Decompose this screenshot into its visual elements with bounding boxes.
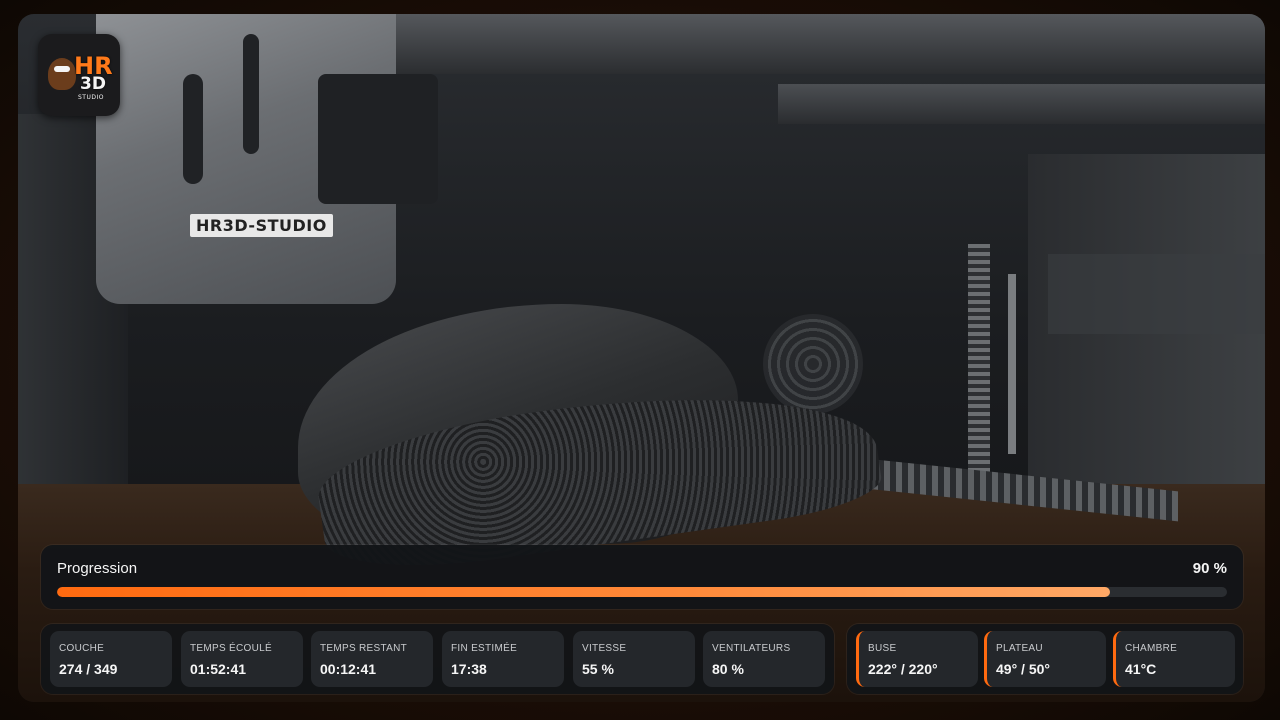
stat-label: VENTILATEURS — [712, 643, 791, 654]
gantry-rail — [778, 84, 1265, 124]
stat-remaining-time: TEMPS RESTANT 00:12:41 — [311, 631, 433, 687]
progress-panel: Progression 90 % — [41, 545, 1243, 609]
stat-nozzle-temp: BUSE 222° / 220° — [856, 631, 978, 687]
brand-logo: HR 3D STUDIO — [38, 34, 120, 116]
logo-text-3d: 3D — [80, 74, 106, 94]
stat-label: COUCHE — [59, 643, 105, 654]
stat-value: 00:12:41 — [320, 661, 377, 677]
stat-bed-temp: PLATEAU 49° / 50° — [984, 631, 1106, 687]
stat-value: 80 % — [712, 661, 744, 677]
print-head-slot — [183, 74, 203, 184]
logo-text-studio: STUDIO — [78, 94, 104, 101]
stream-frame: HR3D-STUDIO HR 3D STUDIO Progression 90 … — [0, 0, 1280, 720]
stat-elapsed-time: TEMPS ÉCOULÉ 01:52:41 — [181, 631, 303, 687]
guide-rod — [1008, 274, 1016, 454]
lead-screw — [968, 244, 990, 474]
stat-speed: VITESSE 55 % — [573, 631, 695, 687]
stat-label: FIN ESTIMÉE — [451, 643, 518, 654]
stat-estimated-end: FIN ESTIMÉE 17:38 — [442, 631, 564, 687]
print-head-fan — [318, 74, 438, 204]
mascot-icon — [48, 58, 76, 90]
stat-chamber-temp: CHAMBRE 41°C — [1113, 631, 1235, 687]
stat-layer: COUCHE 274 / 349 — [50, 631, 172, 687]
stat-value: 274 / 349 — [59, 661, 118, 677]
stat-label: VITESSE — [582, 643, 627, 654]
printer-ceiling — [318, 14, 1265, 74]
stat-label: BUSE — [868, 643, 897, 654]
print-stats-panel: COUCHE 274 / 349 TEMPS ÉCOULÉ 01:52:41 T… — [41, 624, 834, 694]
progress-percent: 90 % — [1192, 560, 1227, 577]
stat-value: 49° / 50° — [996, 661, 1051, 677]
stat-label: PLATEAU — [996, 643, 1043, 654]
stat-fans: VENTILATEURS 80 % — [703, 631, 825, 687]
progress-track — [57, 587, 1227, 597]
progress-fill — [57, 587, 1110, 597]
stat-value: 17:38 — [451, 661, 487, 677]
stat-label: TEMPS ÉCOULÉ — [190, 643, 272, 654]
stat-label: CHAMBRE — [1125, 643, 1178, 654]
right-panel — [1048, 254, 1265, 334]
temperature-panel: BUSE 222° / 220° PLATEAU 49° / 50° CHAMB… — [847, 624, 1243, 694]
stat-value: 41°C — [1125, 661, 1157, 677]
fan-grille — [763, 314, 863, 414]
print-head-label: HR3D-STUDIO — [190, 214, 333, 237]
stat-value: 55 % — [582, 661, 614, 677]
stat-value: 01:52:41 — [190, 661, 247, 677]
stat-value: 222° / 220° — [868, 661, 938, 677]
print-head-slot — [243, 34, 259, 154]
progress-title: Progression — [57, 560, 138, 577]
stat-label: TEMPS RESTANT — [320, 643, 408, 654]
